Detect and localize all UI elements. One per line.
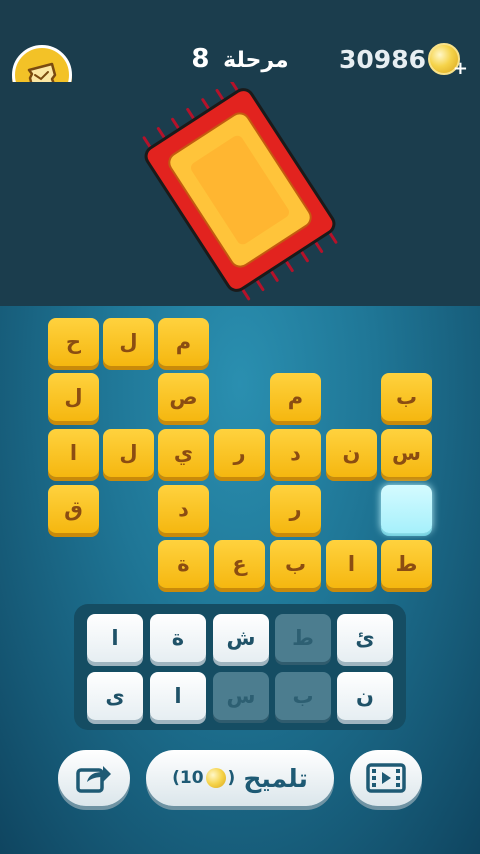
tile[interactable]: م	[158, 318, 209, 366]
tile[interactable]: ل	[48, 373, 99, 421]
level-indicator: مرحلة 8	[170, 44, 310, 74]
empty-tile[interactable]	[381, 485, 432, 533]
tile[interactable]: ي	[158, 429, 209, 477]
hint-cost: ( 10 )	[172, 768, 235, 788]
coin-icon	[205, 768, 226, 788]
letter-key-used: س	[213, 672, 269, 720]
carpet-image	[142, 79, 338, 301]
tile[interactable]: ر	[270, 485, 321, 533]
coin-balance[interactable]: 30986 +	[339, 43, 468, 79]
tile[interactable]: س	[381, 429, 432, 477]
tile[interactable]: ا	[48, 429, 99, 477]
hint-button[interactable]: تلميح ( 10 )	[146, 750, 334, 806]
level-label: مرحلة	[223, 48, 289, 73]
tile[interactable]: د	[158, 485, 209, 533]
tile[interactable]: م	[270, 373, 321, 421]
tile[interactable]: ص	[158, 373, 209, 421]
letter-key[interactable]: ا	[150, 672, 206, 720]
tile[interactable]: ع	[214, 540, 265, 588]
letter-key[interactable]: ى	[87, 672, 143, 720]
tile[interactable]: ق	[48, 485, 99, 533]
watch-video-button[interactable]	[350, 750, 422, 806]
letter-key[interactable]: ا	[87, 614, 143, 662]
letter-key[interactable]: ش	[213, 614, 269, 662]
share-button[interactable]	[58, 750, 130, 806]
hint-cost-close-paren: )	[227, 768, 236, 788]
letter-key[interactable]: ة	[150, 614, 206, 662]
video-film-icon	[366, 763, 406, 793]
coin-count: 30986	[339, 44, 426, 74]
hint-label: تلميح	[243, 763, 308, 793]
letter-keypad: ئ ط ش ة ا ن ب س ا ى	[74, 604, 406, 730]
clue-picture	[0, 79, 480, 306]
letter-key[interactable]: ئ	[337, 614, 393, 662]
tile[interactable]: ب	[381, 373, 432, 421]
tile[interactable]: د	[270, 429, 321, 477]
letter-key[interactable]: ن	[337, 672, 393, 720]
add-coins-icon[interactable]: +	[453, 58, 468, 79]
level-number: 8	[191, 44, 210, 74]
hint-cost-value: 10	[179, 768, 204, 788]
tile[interactable]: ح	[48, 318, 99, 366]
tile[interactable]: ن	[326, 429, 377, 477]
tile[interactable]: ة	[158, 540, 209, 588]
tile[interactable]: ل	[103, 429, 154, 477]
tile[interactable]: ب	[270, 540, 321, 588]
tile[interactable]: ر	[214, 429, 265, 477]
letter-key-used: ب	[275, 672, 331, 720]
tile[interactable]: ط	[381, 540, 432, 588]
tile[interactable]: ل	[103, 318, 154, 366]
share-icon	[76, 766, 111, 793]
letter-key-used: ط	[275, 614, 331, 662]
hint-cost-open-paren: (	[172, 768, 180, 788]
tile[interactable]: ا	[326, 540, 377, 588]
